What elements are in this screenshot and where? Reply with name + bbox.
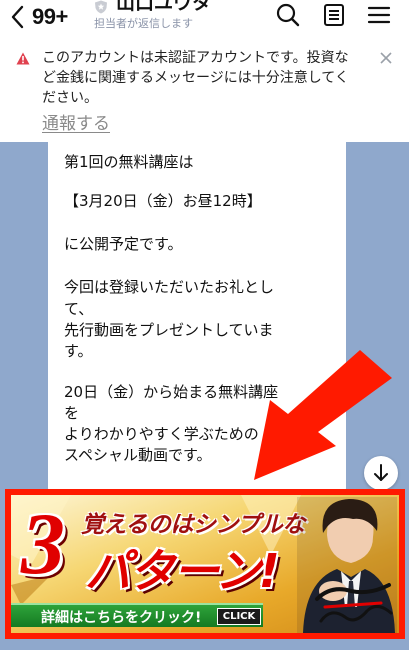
click-button[interactable]: CLICK xyxy=(217,608,261,625)
message-line: 先行動画をプレゼントしていま xyxy=(64,321,274,339)
message-line: て、 xyxy=(64,300,94,318)
message-bubble: 第1回の無料講座は 【3月20日（金）お昼12時】 に公開予定です。 今回は登録… xyxy=(48,142,346,502)
account-subtitle: 担当者が返信します xyxy=(94,17,193,30)
menu-button[interactable] xyxy=(366,2,392,28)
scroll-down-button[interactable] xyxy=(364,456,398,490)
warning-icon xyxy=(16,52,30,65)
warning-text: このアカウントは未認証アカウントです。投資など金銭に関連するメッセージには十分注… xyxy=(42,50,349,106)
signature-logo xyxy=(311,577,395,629)
account-name: 山口ユウタ xyxy=(116,0,212,14)
message-line: を xyxy=(64,404,80,422)
chevron-left-icon xyxy=(11,5,24,29)
arrow-down-icon xyxy=(374,464,388,481)
message-line: 第1回の無料講座は xyxy=(64,153,194,171)
banner-headline: パターン! xyxy=(85,544,280,598)
banner-image[interactable]: 3 覚えるのはシンプルな パターン! 詳細はこちらをクリック! CLICK xyxy=(11,495,399,633)
notes-icon xyxy=(324,4,344,26)
search-icon xyxy=(276,3,300,27)
unverified-warning: このアカウントは未認証アカウントです。投資など金銭に関連するメッセージには十分注… xyxy=(0,38,409,142)
chat-header: 99+ 山口ユウタ 担当者が返信します xyxy=(0,0,409,38)
promo-banner[interactable]: 3 覚えるのはシンプルな パターン! 詳細はこちらをクリック! CLICK xyxy=(5,489,405,639)
message-line: スペシャル動画です。 xyxy=(64,446,212,464)
search-button[interactable] xyxy=(275,2,301,28)
message-line: 20日（金）から始まる無料講座 xyxy=(64,383,279,401)
close-icon[interactable] xyxy=(379,51,393,65)
banner-title: 覚えるのはシンプルな xyxy=(81,512,305,538)
message-line: よりわかりやすく学ぶための xyxy=(64,425,259,443)
report-link[interactable]: 通報する xyxy=(42,109,110,134)
banner-number: 3 xyxy=(21,496,65,593)
message-line: に公開予定です。 xyxy=(64,235,183,253)
back-button[interactable]: 99+ xyxy=(10,2,80,32)
message-line: 【3月20日（金）お昼12時】 xyxy=(64,192,262,210)
message-line: 今回は登録いただいたお礼とし xyxy=(64,278,275,296)
unread-count: 99+ xyxy=(32,4,68,29)
menu-icon xyxy=(367,6,391,24)
notes-button[interactable] xyxy=(321,2,347,28)
shield-icon xyxy=(95,0,107,14)
cta-bar[interactable]: 詳細はこちらをクリック! CLICK xyxy=(11,603,263,627)
cta-label: 詳細はこちらをクリック! xyxy=(41,610,202,626)
message-line: す。 xyxy=(64,342,93,360)
